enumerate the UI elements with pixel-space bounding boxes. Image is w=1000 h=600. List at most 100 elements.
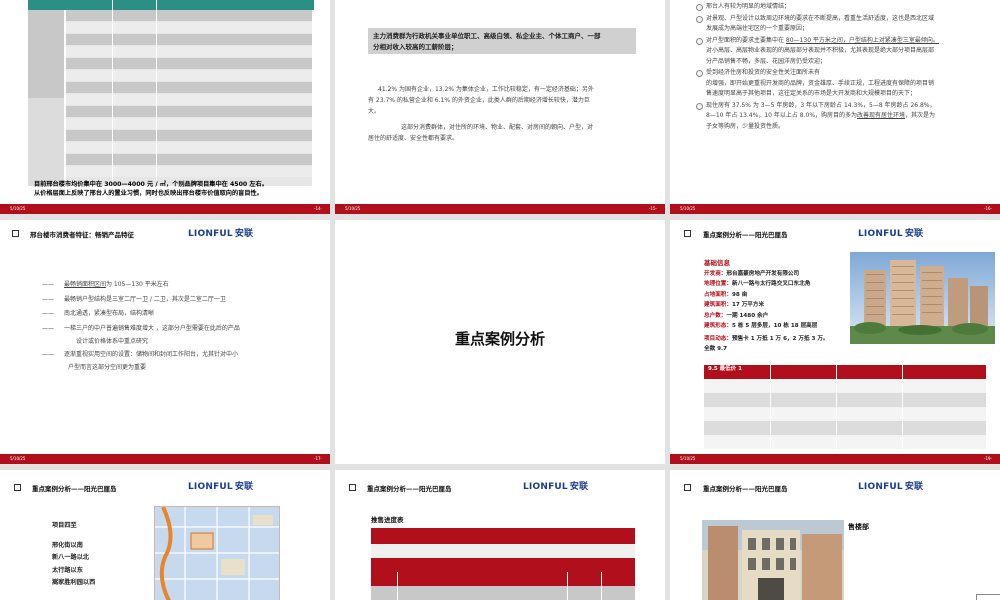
bounds-item: 嵩家胜利园以西 (52, 579, 96, 586)
info-row: 占地面积：98 亩 (704, 290, 844, 301)
list-item: 受到经济住房和投资的安全性关注面所未有 的增强，即开始更重视开发商的品牌，资金雄… (694, 68, 989, 100)
slide-title: 邢台楼市消费者特征：畅销产品特征 (30, 231, 134, 239)
slide-sales-schedule: 重点案例分析——阳光巴厘岛 LIONFUL 安联 推售进度表 (335, 470, 665, 600)
underlined-text: 最畅销面积区间 (64, 281, 107, 288)
list-item-text: 为 105—130 平米左右 (106, 281, 169, 288)
text-run: ，其次是为 (905, 112, 936, 119)
schedule-table (371, 528, 635, 600)
slide-section-title: 重点案例分析 (335, 220, 665, 464)
sales-office-photo (702, 520, 844, 600)
project-basic-info: 基础信息 开发商：邢台嘉豪房地产开发有限公司 地理位置：新八一路与太行路交叉口东… (704, 258, 844, 355)
table-row (66, 130, 312, 141)
bullet-icon (696, 15, 703, 23)
slide-title: 重点案例分析——阳光巴厘岛 (32, 485, 117, 493)
table-row (371, 586, 635, 600)
info-label: 占地面积： (704, 291, 732, 298)
table-row (66, 34, 312, 45)
table-header (371, 528, 635, 544)
list-item-text: 受到经济住房和投资的安全性关注面所未有 (706, 69, 821, 76)
list-item-text: 对户型面积的要求主要集中在 80—130 平方米之间，户型结构上对紧凑型三室最倾… (706, 36, 989, 47)
table-column-divider (770, 365, 771, 449)
info-label: 总户数： (704, 312, 727, 319)
info-label: 建筑形态： (704, 323, 732, 329)
list-item: —— 南北通透，紧凑型布局，结构清晰 (42, 307, 240, 322)
underlined-text: 80—130 平方米之间，户型结构上对紧凑型三室最倾向。 (785, 36, 939, 44)
table-row (704, 393, 986, 407)
table-row (66, 58, 312, 69)
table-column-divider (902, 365, 903, 449)
sales-table: 9.5 最低价 1 (704, 365, 986, 449)
table-row (66, 166, 312, 177)
slide-sales-office: 重点案例分析——阳光巴厘岛 LIONFUL 安联 售楼部 (670, 470, 1000, 600)
list-item-text: 一梯三户的中户普遍销售难度增大 ，这部分户型需要在此后的产品 (64, 324, 240, 332)
dash-marker: —— (42, 324, 54, 332)
sales-office-label: 售楼部 (848, 523, 869, 531)
table-row (66, 94, 312, 105)
building-photo-image (850, 252, 995, 344)
paragraph-ownership: 41.2% 为国有企业，13.2% 为集体企业，工作比较稳定，有一定经济基础；另… (368, 84, 640, 117)
list-item: 设计或价格体系中重点研究 (42, 335, 240, 348)
footer-date: 5/10/25 (680, 456, 696, 461)
info-row: 建筑面积：17 万平方米 (704, 300, 844, 311)
info-row: 建筑形态：5 栋 5 层多层，10 栋 18 层高层 (704, 321, 844, 332)
text-run: 8—10 年占 13.4%，10 年以上占 8.0%，购房目的多为 (706, 112, 858, 119)
table-row (66, 46, 312, 57)
highlight-line: 分相对收入较高的工薪阶层； (373, 43, 458, 51)
logo-text-cn: 安联 (904, 229, 924, 239)
logo-text: LIONFUL (188, 482, 233, 492)
list-item-text: 售速度明显高于其他项目，这往定关系的市场是大开发商和大规模项目的天下； (706, 90, 917, 97)
table-row (371, 572, 635, 586)
project-bounds-text: 项目四至 邢化街以南 新八一路以北 太行路以东 嵩家胜利园以西 (52, 520, 95, 590)
table-row (66, 142, 312, 153)
table-header (704, 365, 986, 379)
table-column-divider (567, 572, 568, 600)
title-bullet-icon (349, 484, 356, 491)
info-row: 开发商：邢台嘉豪房地产开发有限公司 (704, 269, 844, 280)
info-value: 预售卡 1 万抵 1 万 6，2 万抵 3 万。 (731, 335, 829, 342)
slide-footer: 5/10/25 -16- (670, 204, 1000, 214)
map-image (155, 507, 279, 600)
paragraph-line: 居住的舒适度、安全性都有要求。 (368, 135, 459, 142)
footer-page-number: -17- (314, 456, 322, 461)
slide-title: 重点案例分析——阳光巴厘岛 (367, 485, 452, 493)
list-item-text: 邢台人有较为明显的地域情结； (706, 3, 791, 10)
thumbnail-frame (976, 594, 1000, 600)
list-item: 户型而言这部分空间更为重要 (42, 361, 240, 374)
paragraph-line: 大。 (368, 108, 381, 115)
price-note-line: 从价格层面上反映了邢台人的置业习惯，同时也反映出邢台楼市价值取向的盲目性。 (34, 190, 263, 197)
text-run: 对户型面积的要求主要集中在 (706, 36, 786, 44)
footer-page-number: -16- (984, 206, 992, 211)
footer-date: 5/10/25 (10, 206, 26, 211)
paragraph-line: 这部分消费群体，对住所的环境、物业、配套、对房间的朝向、户型，对 (401, 124, 594, 131)
slide-footer: 5/10/25 -15- (335, 204, 665, 214)
product-feature-list: —— 最畅销面积区间为 105—130 平米左右 —— 最畅销户型结构是三室二厅一卫… (42, 278, 240, 374)
lionful-logo: LIONFUL 安联 (188, 479, 253, 492)
title-bullet-icon (684, 484, 691, 491)
info-row: 总户数：一期 1480 余户 (704, 311, 844, 322)
slide-page-17: 邢台楼市消费者特征：畅销产品特征 LIONFUL 安联 —— 最畅销面积区间为 10… (0, 220, 330, 464)
slide-footer: 5/10/25 -19- (670, 454, 1000, 464)
slide-footer: 5/10/25 -17- (0, 454, 330, 464)
slide-project-boundaries: 重点案例分析——阳光巴厘岛 LIONFUL 安联 项目四至 邢化街以南 新八一路以… (0, 470, 330, 600)
logo-text-cn: 安联 (234, 229, 254, 239)
bullet-icon (696, 70, 703, 77)
list-item-text: 分产品销售不畅，多层、花园洋房仍受欢迎； (706, 57, 827, 65)
logo-text: LIONFUL (858, 229, 903, 239)
slide-page-19: 重点案例分析——阳光巴厘岛 LIONFUL 安联 基础信息 开发商：邢台嘉豪房地产… (670, 220, 1000, 464)
lionful-logo: LIONFUL 安联 (523, 479, 588, 492)
table-row (371, 558, 635, 572)
table-row (66, 82, 312, 93)
list-item-text: 户型而言这部分空间更为重要 (68, 363, 147, 371)
info-label: 开发商： (704, 270, 727, 277)
footer-page-number: -15- (649, 206, 657, 211)
logo-text-cn: 安联 (904, 482, 924, 492)
bullet-icon (696, 37, 703, 45)
table-row (704, 379, 986, 393)
lionful-logo: LIONFUL 安联 (858, 479, 923, 492)
location-map (154, 506, 280, 600)
bullet-icon (696, 4, 703, 11)
paragraph-requirements: 这部分消费群体，对住所的环境、物业、配套、对房间的朝向、户型，对 居住的舒适度、… (368, 122, 640, 144)
title-bullet-icon (684, 230, 691, 237)
list-item: 对户型面积的要求主要集中在 80—130 平方米之间，户型结构上对紧凑型三室最倾… (694, 36, 989, 68)
list-item: 现住房有 37.5% 为 3—5 年房龄，3 年以下房龄占 14.3%，5—8 … (694, 101, 989, 133)
